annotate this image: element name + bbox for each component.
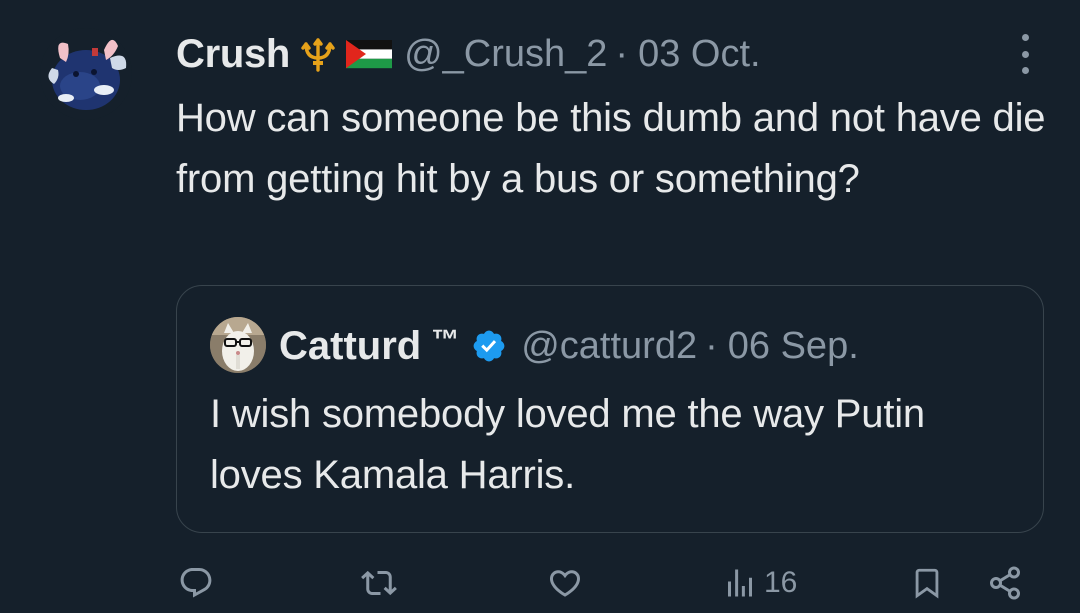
like-icon (549, 570, 581, 597)
share-button[interactable] (986, 565, 1024, 601)
quoted-header: Catturd ™ @catturd2 · 06 Sep. (279, 320, 859, 372)
quoted-author-handle[interactable]: @catturd2 (521, 325, 697, 368)
quoted-tweet[interactable]: Catturd ™ @catturd2 · 06 Sep. I wish som… (176, 285, 1044, 533)
trident-emoji (298, 34, 338, 74)
tweet-date[interactable]: 03 Oct. (638, 33, 761, 76)
view-count: 16 (764, 566, 798, 599)
quoted-text: I wish somebody loved me the way Putin l… (210, 392, 925, 497)
author-handle[interactable]: @_Crush_2 (404, 33, 607, 76)
bookmark-button[interactable] (910, 565, 944, 601)
more-icon[interactable] (1010, 34, 1040, 74)
reply-button[interactable] (178, 565, 214, 601)
retweet-icon (361, 570, 397, 596)
verified-badge-icon (471, 328, 507, 364)
views-button[interactable]: 16 (722, 565, 797, 601)
quoted-date[interactable]: 06 Sep. (728, 325, 859, 368)
separator-dot: · (705, 324, 718, 367)
views-icon (728, 569, 752, 597)
trademark-mark: ™ (431, 324, 460, 355)
share-icon (990, 566, 1020, 600)
separator-dot: · (615, 32, 629, 75)
tweet[interactable]: Crush @_Crush_2 · 03 Oct. How can someon… (0, 0, 1080, 613)
quoted-author-name[interactable]: Catturd (279, 324, 421, 369)
author-avatar[interactable] (40, 28, 132, 120)
tweet-header: Crush @_Crush_2 · 03 Oct. (176, 28, 761, 80)
tweet-text: How can someone be this dumb and not hav… (176, 96, 1046, 201)
author-name[interactable]: Crush (176, 32, 290, 77)
reply-icon (180, 568, 212, 598)
action-bar: 16 (0, 555, 1080, 613)
like-button[interactable] (546, 565, 584, 601)
palestine-flag-emoji (346, 38, 393, 70)
bookmark-icon (915, 568, 939, 599)
quoted-author-avatar[interactable] (210, 317, 266, 373)
retweet-button[interactable] (360, 565, 398, 601)
